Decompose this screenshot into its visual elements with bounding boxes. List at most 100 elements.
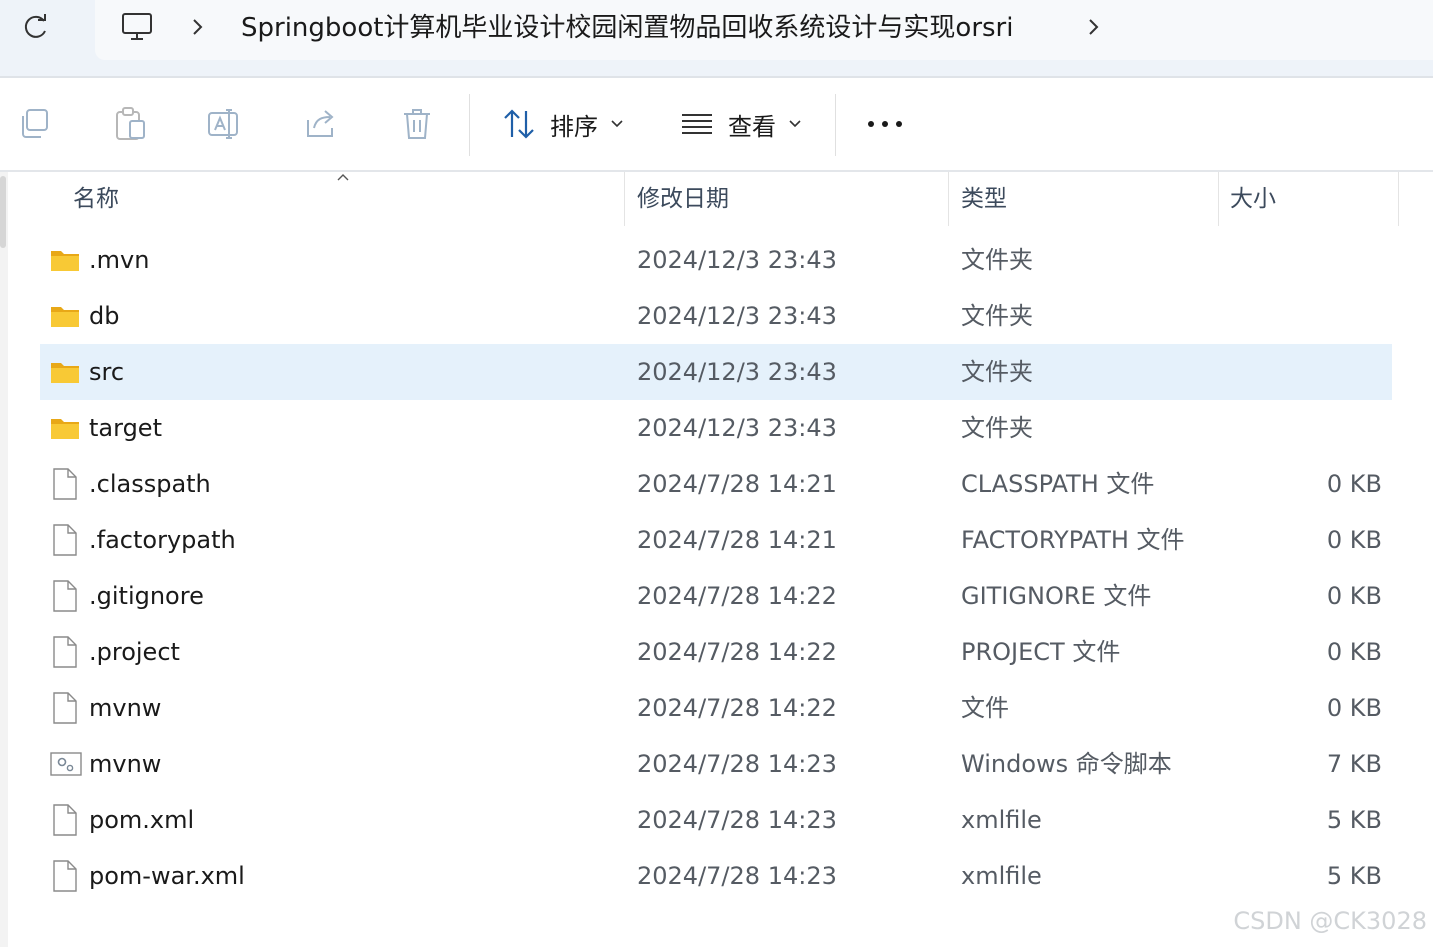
file-name: .mvn	[89, 246, 150, 274]
file-type: 文件夹	[961, 358, 1033, 386]
folder-icon	[50, 356, 80, 388]
file-name: .gitignore	[89, 582, 204, 610]
file-row[interactable]: db 2024/12/3 23:43 文件夹	[40, 288, 1392, 344]
column-header-type[interactable]: 类型	[961, 172, 1007, 226]
view-label: 查看	[728, 112, 776, 141]
toolbar-divider	[835, 94, 836, 156]
file-modified-date: 2024/12/3 23:43	[637, 246, 837, 274]
rename-icon	[208, 109, 238, 139]
rename-button[interactable]	[206, 106, 242, 142]
file-modified-date: 2024/7/28 14:21	[637, 470, 837, 498]
script-icon	[50, 748, 82, 780]
delete-button[interactable]	[400, 106, 436, 142]
breadcrumb-expand-chevron-icon[interactable]	[1084, 12, 1104, 42]
navigation-pane-scrollbar[interactable]	[0, 176, 6, 248]
file-row[interactable]: .project 2024/7/28 14:22 PROJECT 文件 0 KB	[40, 624, 1392, 680]
more-options-button[interactable]	[866, 114, 904, 134]
file-name: pom-war.xml	[89, 862, 245, 890]
file-size: 5 KB	[1326, 806, 1382, 834]
file-row[interactable]: mvnw 2024/7/28 14:23 Windows 命令脚本 7 KB	[40, 736, 1392, 792]
folder-icon	[50, 300, 80, 332]
file-row[interactable]: src 2024/12/3 23:43 文件夹	[40, 344, 1392, 400]
more-icon	[868, 121, 902, 127]
file-name: pom.xml	[89, 806, 195, 834]
column-resize-handle[interactable]	[948, 172, 949, 226]
copy-icon	[22, 109, 48, 138]
file-type: 文件夹	[961, 246, 1033, 274]
share-button[interactable]	[304, 106, 340, 142]
file-row[interactable]: .factorypath 2024/7/28 14:21 FACTORYPATH 文…	[40, 512, 1392, 568]
navigation-pane-edge	[0, 172, 8, 947]
file-icon	[50, 580, 80, 612]
file-name: target	[89, 414, 162, 442]
refresh-icon	[24, 14, 46, 38]
column-header-size[interactable]: 大小	[1230, 172, 1276, 226]
file-type: PROJECT 文件	[961, 638, 1121, 666]
paste-icon	[116, 107, 145, 140]
file-size: 0 KB	[1326, 638, 1382, 666]
file-type: FACTORYPATH 文件	[961, 526, 1185, 554]
paste-button[interactable]	[112, 106, 148, 142]
column-header-modified[interactable]: 修改日期	[637, 172, 729, 226]
file-type: 文件夹	[961, 302, 1033, 330]
file-icon	[50, 860, 80, 892]
file-icon	[50, 636, 80, 668]
share-icon	[307, 110, 334, 137]
file-type: CLASSPATH 文件	[961, 470, 1155, 498]
copy-button[interactable]	[16, 106, 52, 142]
file-modified-date: 2024/7/28 14:21	[637, 526, 837, 554]
file-name: src	[89, 358, 125, 386]
column-resize-handle[interactable]	[1398, 172, 1399, 226]
file-row[interactable]: mvnw 2024/7/28 14:22 文件 0 KB	[40, 680, 1392, 736]
file-modified-date: 2024/12/3 23:43	[637, 414, 837, 442]
title-bar: Springboot计算机毕业设计校园闲置物品回收系统设计与实现orsri	[0, 0, 1433, 76]
sort-button[interactable]: 排序	[502, 104, 624, 144]
file-modified-date: 2024/7/28 14:23	[637, 750, 837, 778]
file-modified-date: 2024/12/3 23:43	[637, 358, 837, 386]
column-resize-handle[interactable]	[624, 172, 625, 226]
column-resize-handle[interactable]	[1218, 172, 1219, 226]
folder-icon	[50, 412, 80, 444]
file-size: 0 KB	[1326, 470, 1382, 498]
file-icon	[50, 692, 80, 724]
this-pc-icon[interactable]	[120, 12, 154, 42]
file-modified-date: 2024/7/28 14:22	[637, 694, 837, 722]
file-name: .classpath	[89, 470, 211, 498]
file-row[interactable]: .classpath 2024/7/28 14:21 CLASSPATH 文件 0 K…	[40, 456, 1392, 512]
file-modified-date: 2024/7/28 14:23	[637, 806, 837, 834]
file-type: 文件夹	[961, 414, 1033, 442]
file-name: mvnw	[89, 750, 162, 778]
refresh-button[interactable]	[18, 12, 54, 44]
file-size: 0 KB	[1326, 526, 1382, 554]
file-modified-date: 2024/7/28 14:23	[637, 862, 837, 890]
file-size: 0 KB	[1326, 694, 1382, 722]
file-type: GITIGNORE 文件	[961, 582, 1152, 610]
breadcrumb-chevron-icon[interactable]	[188, 12, 208, 42]
file-row[interactable]: pom.xml 2024/7/28 14:23 xmlfile 5 KB	[40, 792, 1392, 848]
file-row[interactable]: .mvn 2024/12/3 23:43 文件夹	[40, 232, 1392, 288]
file-name: mvnw	[89, 694, 162, 722]
view-button[interactable]: 查看	[680, 104, 802, 144]
command-bar: 排序 查看	[0, 78, 1433, 170]
file-icon	[50, 804, 80, 836]
file-row[interactable]: target 2024/12/3 23:43 文件夹	[40, 400, 1392, 456]
column-headers: 名称 修改日期 类型 大小	[40, 172, 1400, 226]
file-type: Windows 命令脚本	[961, 750, 1172, 778]
file-icon	[50, 468, 80, 500]
file-size: 0 KB	[1326, 582, 1382, 610]
chevron-down-icon	[611, 120, 623, 128]
watermark: CSDN @CK3028	[1233, 907, 1427, 935]
file-row[interactable]: pom-war.xml 2024/7/28 14:23 xmlfile 5 KB	[40, 848, 1392, 904]
file-row[interactable]: .gitignore 2024/7/28 14:22 GITIGNORE 文件 0 K…	[40, 568, 1392, 624]
view-list-icon	[682, 114, 712, 134]
folder-icon	[50, 244, 80, 276]
breadcrumb-folder[interactable]: Springboot计算机毕业设计校园闲置物品回收系统设计与实现orsri	[241, 10, 1013, 46]
file-modified-date: 2024/7/28 14:22	[637, 582, 837, 610]
file-type: xmlfile	[961, 862, 1042, 890]
file-name: .project	[89, 638, 180, 666]
file-type: 文件	[961, 694, 1009, 722]
column-header-name[interactable]: 名称	[73, 172, 119, 226]
file-name: db	[89, 302, 120, 330]
trash-icon	[404, 109, 430, 139]
file-name: .factorypath	[89, 526, 236, 554]
